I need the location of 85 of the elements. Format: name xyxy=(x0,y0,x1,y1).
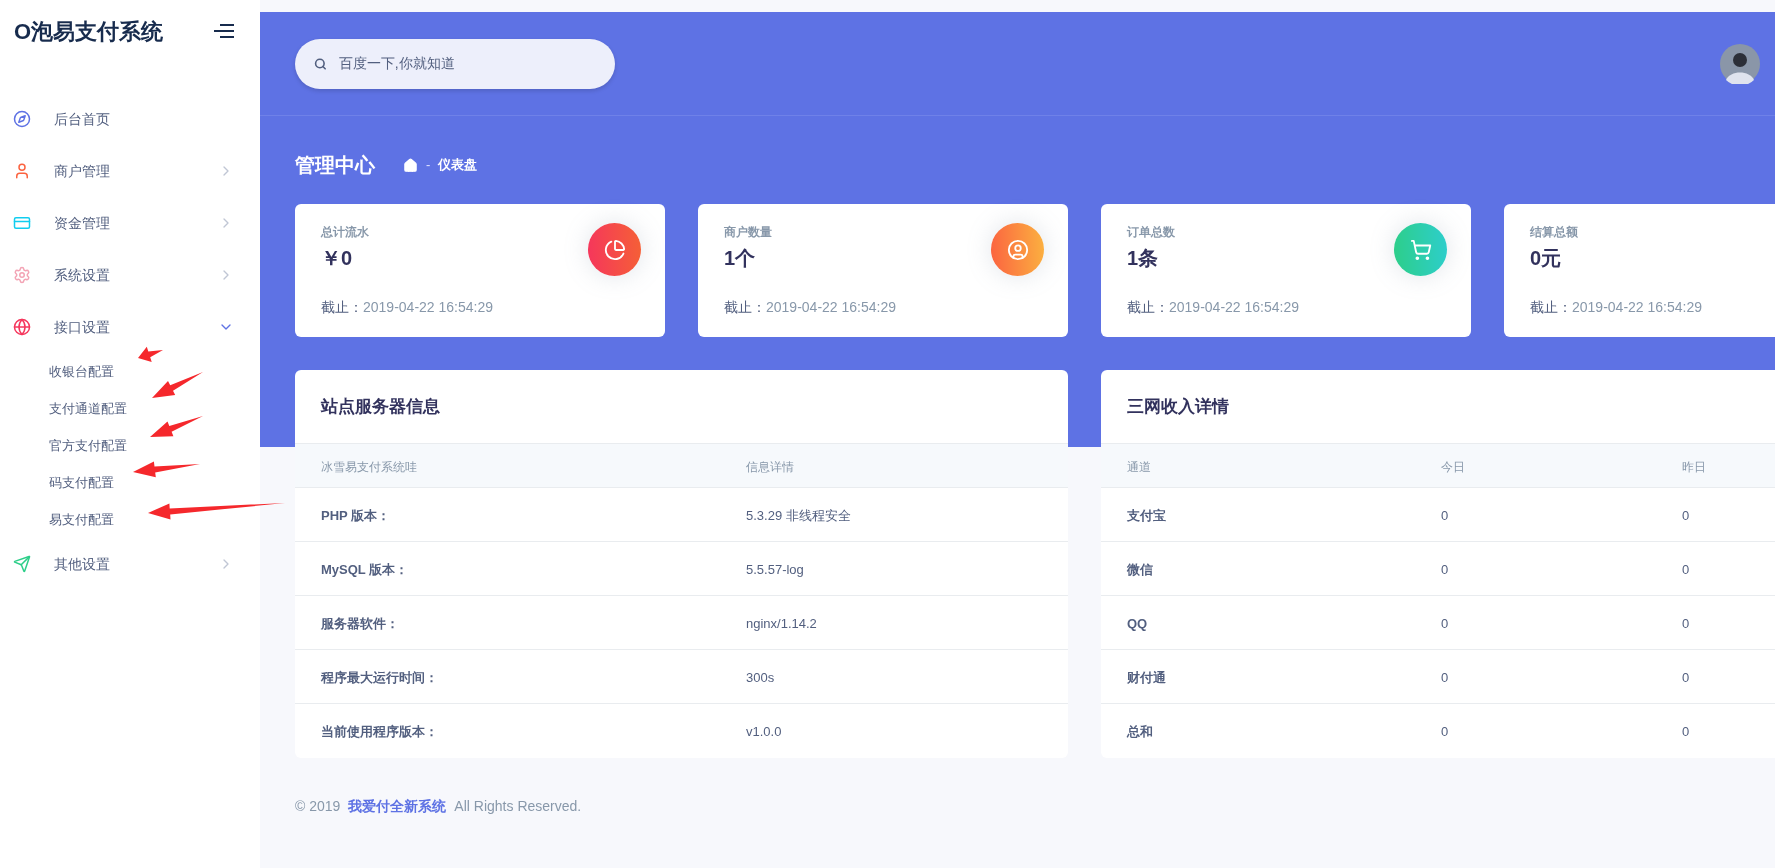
table-cell: 5.3.29 非线程安全 xyxy=(746,507,851,523)
gear-icon xyxy=(13,266,31,284)
sidebar-item[interactable]: 商户管理 xyxy=(0,145,260,197)
table-cell: 总和 xyxy=(1127,724,1153,739)
panel-title: 站点服务器信息 xyxy=(321,395,440,418)
table-cell: 财付通 xyxy=(1127,669,1166,685)
annotation-arrow xyxy=(150,416,203,437)
sidebar-item[interactable]: 资金管理 xyxy=(0,197,260,249)
sidebar-subitem[interactable]: 易支付配置 xyxy=(49,509,114,530)
table-cell: 0 xyxy=(1441,669,1449,685)
search-icon xyxy=(314,56,327,71)
stat-value: 1个 xyxy=(724,246,757,271)
sidebar-subitem[interactable]: 支付通道配置 xyxy=(49,398,127,419)
table-cell: 0 xyxy=(1682,724,1690,739)
table-cell: 服务器软件： xyxy=(321,615,399,631)
table-cell: 0 xyxy=(1682,561,1690,577)
timestamp: 2019-04-22 16:54:29 xyxy=(1169,299,1299,315)
table-cell: 0 xyxy=(1441,561,1449,577)
table-cell: QQ xyxy=(1127,615,1148,631)
stat-label: 商户数量 xyxy=(724,224,772,241)
timestamp: 2019-04-22 16:54:29 xyxy=(363,299,493,315)
table-cell: PHP 版本： xyxy=(321,507,391,523)
table-cell: 当前使用程序版本： xyxy=(321,724,438,739)
breadcrumb-item[interactable]: 仪表盘 xyxy=(438,155,478,175)
table-cell: 支付宝 xyxy=(1127,507,1166,523)
table-cell: 0 xyxy=(1682,615,1690,631)
table-cell: v1.0.0 xyxy=(746,724,782,739)
table-cell: 300s xyxy=(746,669,775,685)
credit-card-icon xyxy=(13,214,31,232)
sidebar-subitem[interactable]: 码支付配置 xyxy=(49,472,114,493)
menu-toggle-icon[interactable] xyxy=(214,24,234,38)
note-label: 截止： xyxy=(724,299,766,315)
table-cell: 程序最大运行时间： xyxy=(321,669,438,685)
note-label: 截止： xyxy=(1530,299,1572,315)
column-header: 昨日 xyxy=(1682,459,1706,474)
copyright-text: © 2019 xyxy=(295,798,341,814)
compass-icon xyxy=(13,110,31,128)
avatar[interactable] xyxy=(1720,43,1760,84)
column-header: 今日 xyxy=(1441,459,1465,474)
note-label: 截止： xyxy=(321,299,363,315)
timestamp: 2019-04-22 16:54:29 xyxy=(766,299,896,315)
search-bar[interactable]: 百度一下,你就知道 xyxy=(295,38,615,89)
user-icon xyxy=(13,162,31,180)
sidebar-item[interactable]: 系统设置 xyxy=(0,249,260,301)
table-cell: 0 xyxy=(1682,507,1690,523)
home-icon[interactable] xyxy=(403,157,418,173)
cart-icon xyxy=(1409,238,1432,261)
breadcrumb-separator: - xyxy=(426,156,431,175)
sidebar-item[interactable]: 其他设置 xyxy=(0,538,260,590)
table-cell: 0 xyxy=(1682,669,1690,685)
annotation-arrow xyxy=(152,372,203,398)
table-cell: 微信 xyxy=(1127,561,1153,577)
table-cell: nginx/1.14.2 xyxy=(746,615,817,631)
stat-label: 总计流水 xyxy=(321,224,369,241)
paper-plane-icon xyxy=(13,555,31,573)
table-cell: 5.5.57-log xyxy=(746,561,804,577)
page-title: 管理中心 xyxy=(295,153,375,178)
table-cell: MySQL 版本： xyxy=(321,561,409,577)
table-cell: 0 xyxy=(1441,615,1449,631)
stat-label: 订单总数 xyxy=(1127,224,1175,241)
sidebar-item[interactable]: 后台首页 xyxy=(0,93,260,145)
column-header: 信息详情 xyxy=(746,459,794,474)
timestamp: 2019-04-22 16:54:29 xyxy=(1572,299,1702,315)
sidebar-subitem[interactable]: 官方支付配置 xyxy=(49,435,127,456)
table-cell: 0 xyxy=(1441,507,1449,523)
search-field[interactable]: 百度一下,你就知道 xyxy=(338,53,596,74)
footer-link[interactable]: 我爱付全新系统 xyxy=(348,798,447,814)
stat-value: ￥0 xyxy=(321,246,354,271)
column-header: 通道 xyxy=(1127,459,1151,474)
annotation-arrow xyxy=(138,346,163,362)
pie-chart-icon xyxy=(603,238,626,261)
stat-label: 结算总额 xyxy=(1530,224,1578,241)
app-logo[interactable]: O泡易支付系统 xyxy=(14,14,164,48)
sidebar-item[interactable]: 接口设置 xyxy=(0,301,260,353)
sidebar-subitem[interactable]: 收银台配置 xyxy=(49,361,114,382)
rights-text: All Rights Reserved. xyxy=(454,798,582,814)
globe-icon xyxy=(13,318,31,336)
note-label: 截止： xyxy=(1127,299,1169,315)
panel-title: 三网收入详情 xyxy=(1127,395,1229,418)
stat-value: 0元 xyxy=(1530,246,1563,271)
annotation-arrow xyxy=(133,461,200,478)
user-circle-icon xyxy=(1006,238,1029,261)
column-header: 冰雪易支付系统哇 xyxy=(321,459,417,474)
table-cell: 0 xyxy=(1441,724,1449,739)
stat-value: 1条 xyxy=(1127,246,1160,271)
